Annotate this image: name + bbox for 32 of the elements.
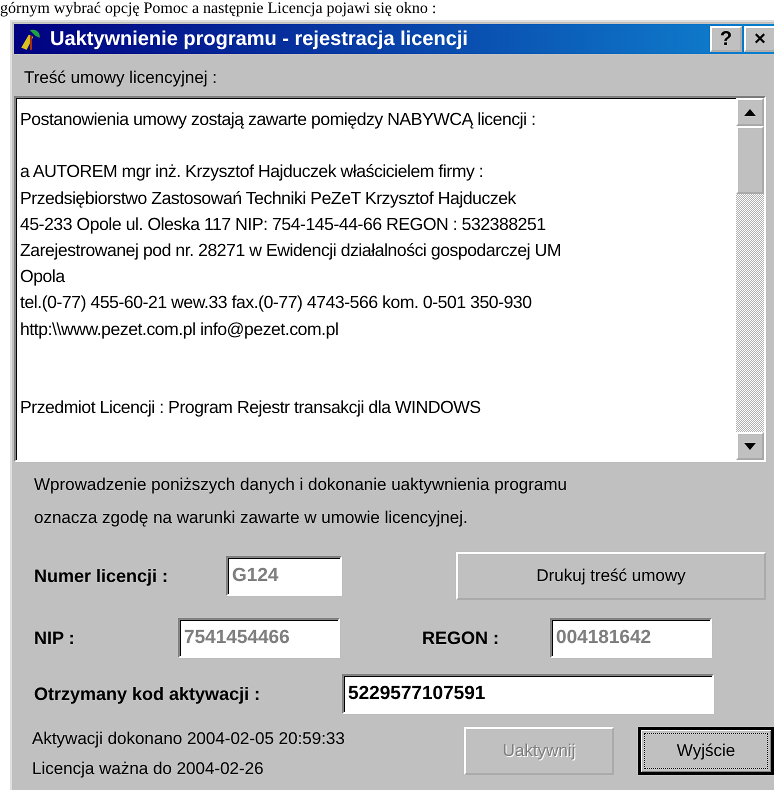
up-arrow-icon bbox=[744, 108, 756, 116]
scroll-down-button[interactable] bbox=[736, 432, 764, 460]
close-button[interactable]: × bbox=[744, 26, 774, 52]
text-line: Postanowienia umowy zostają zawarte pomiędzy NABYWCĄ licencji : bbox=[20, 108, 537, 131]
text-line: Przedsiębiorstwo Zastosowań Techniki PeZeT Krzysztof Hajduczek bbox=[20, 186, 518, 210]
section-label: Treść umowy licencyjnej : bbox=[23, 68, 218, 89]
scrollbar[interactable] bbox=[736, 98, 764, 460]
text-line: Zarejestrowanej pod nr. 28271 w Ewidencji działalności gospodarczej UM bbox=[20, 238, 562, 262]
text-line: tel.(0-77) 455-60-21 wew.33 fax.(0-77) 4743-566 kom. 0-501 350-930 bbox=[20, 291, 533, 314]
notice-text: oznacza zgodę na warunki zawarte w umowie licencyjnej. bbox=[34, 507, 469, 529]
status-text: Licencja ważna do 2004-02-26 bbox=[32, 758, 265, 780]
field-label: Otrzymany kod aktywacji : bbox=[33, 684, 262, 704]
status-text: Aktywacji dokonano 2004-02-05 20:59:33 bbox=[32, 728, 346, 750]
field-label: NIP : bbox=[33, 628, 76, 648]
license-text-area[interactable] bbox=[14, 96, 766, 462]
window-title: Uaktywnienie programu - rejestracja licencji bbox=[50, 28, 469, 50]
text-line: Opola bbox=[20, 265, 66, 288]
down-arrow-icon bbox=[744, 442, 756, 450]
field-label: REGON : bbox=[421, 628, 500, 648]
notice-text: Wprowadzenie poniższych danych i dokonanie uaktywnienia programu bbox=[34, 474, 568, 496]
document-text: górnym wybrać opcję Pomoc a następnie Licencja pojawi się okno : bbox=[0, 0, 438, 18]
print-button[interactable]: Drukuj treść umowy bbox=[456, 552, 766, 600]
activation-code-field[interactable]: 5229577107591 bbox=[342, 674, 714, 714]
exit-button[interactable]: Wyjście bbox=[638, 727, 774, 775]
text-line: Przedmiot Licencji : Program Rejestr transakcji dla WINDOWS bbox=[20, 396, 482, 420]
scroll-up-button[interactable] bbox=[736, 98, 764, 126]
help-button[interactable]: ? bbox=[710, 26, 742, 52]
text-line: http:\\www.pezet.com.pl info@pezet.com.pl bbox=[20, 318, 340, 341]
field-label: Numer licencji : bbox=[33, 566, 170, 586]
text-line: 45-233 Opole ul. Oleska 117 NIP: 754-145-44-66 REGON : 532388251 bbox=[20, 212, 547, 236]
scroll-thumb[interactable] bbox=[736, 126, 764, 194]
text-line: a AUTOREM mgr inż. Krzysztof Hajduczek właścicielem firmy : bbox=[20, 160, 484, 184]
